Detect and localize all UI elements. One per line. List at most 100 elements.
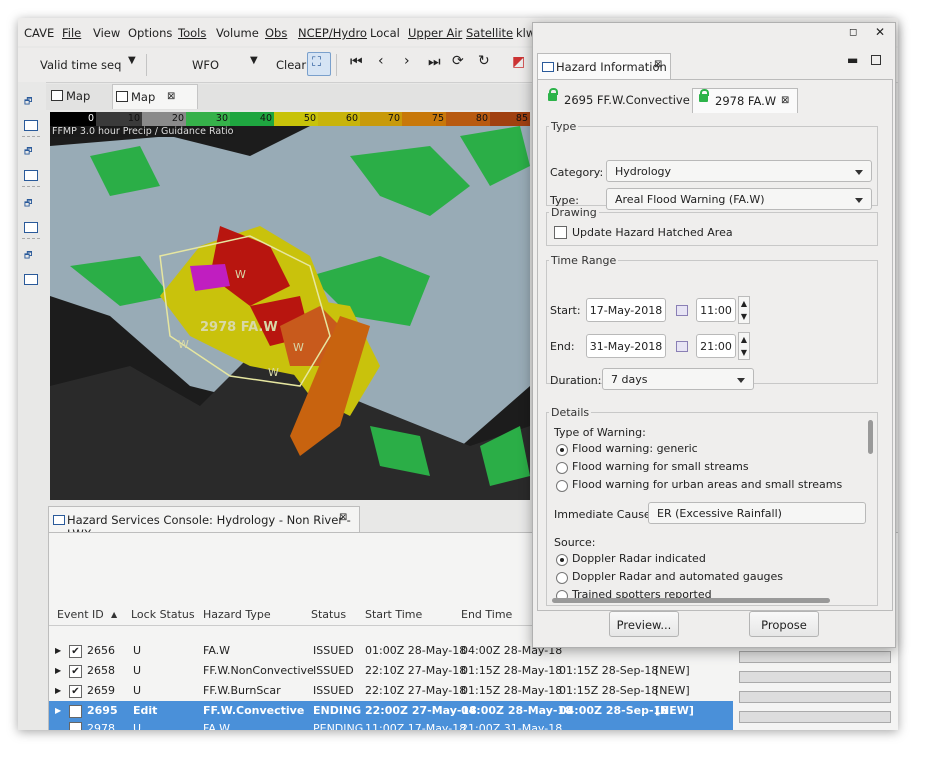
window-icon[interactable] xyxy=(24,222,38,233)
minimize-icon[interactable]: 🗗 xyxy=(24,248,38,261)
menu-satellite[interactable]: Satellite xyxy=(466,26,513,40)
menu-view[interactable]: View xyxy=(93,26,120,40)
wfo-dropdown[interactable]: WFO xyxy=(192,58,219,72)
menu-upper-air[interactable]: Upper Air xyxy=(408,26,462,40)
menu-options[interactable]: Options xyxy=(128,26,172,40)
color-bar-segment: 75 xyxy=(402,112,446,126)
menu-cave[interactable]: CAVE xyxy=(24,26,54,40)
start-time-field[interactable]: 11:00 xyxy=(696,298,736,322)
close-icon[interactable]: ⊠ xyxy=(339,512,347,523)
column-header-end-time[interactable]: End Time xyxy=(461,608,512,621)
loop-icon[interactable]: ⟳ xyxy=(452,53,464,69)
tab-2978[interactable]: 2978 FA.W ⊠ xyxy=(692,88,798,113)
window-icon[interactable] xyxy=(24,120,38,131)
calendar-icon[interactable] xyxy=(676,305,688,316)
color-bar-segment: 85 xyxy=(490,112,530,126)
sort-ascending-icon[interactable]: ▲ xyxy=(111,610,117,619)
tab-label: 2978 FA.W xyxy=(715,94,777,108)
chevron-down-icon[interactable]: ▼ xyxy=(250,55,258,66)
first-frame-icon[interactable]: ⏮ xyxy=(350,54,363,70)
expand-icon[interactable]: ▶ xyxy=(55,641,61,661)
time-mode-dropdown[interactable]: Valid time seq xyxy=(40,58,121,72)
radio-source-doppler[interactable] xyxy=(556,554,568,566)
vertical-scrollbar[interactable] xyxy=(868,420,873,454)
tab-hazard-information[interactable]: Hazard Information ⊠ xyxy=(537,53,671,80)
radio-warning-small-streams[interactable] xyxy=(556,462,568,474)
column-header-lock-status[interactable]: Lock Status xyxy=(131,608,195,621)
minimize-icon[interactable]: ▬ xyxy=(847,53,858,67)
start-time: 22:10Z 27-May-18 xyxy=(365,664,467,677)
duration-dropdown[interactable]: 7 days xyxy=(602,368,754,390)
chevron-down-icon[interactable]: ▼ xyxy=(128,55,136,66)
minimize-icon[interactable]: 🗗 xyxy=(24,196,38,209)
expand-icon[interactable]: ▶ xyxy=(55,661,61,681)
expand-icon[interactable]: ▶ xyxy=(55,681,61,701)
calendar-icon[interactable] xyxy=(676,341,688,352)
close-icon[interactable]: ✕ xyxy=(875,25,885,39)
restore-icon[interactable]: ◻ xyxy=(849,27,857,38)
status: ENDING xyxy=(313,704,362,717)
maximize-icon[interactable] xyxy=(871,55,881,65)
horizontal-scrollbar[interactable] xyxy=(552,598,830,603)
table-row-selected[interactable]: ▶ 2695 Edit FF.W.Convective ENDING 22:00… xyxy=(49,701,733,721)
close-icon[interactable]: ⊠ xyxy=(167,85,175,109)
start-time: 22:00Z 27-May-18 xyxy=(365,704,477,717)
radio-source-gauges[interactable] xyxy=(556,572,568,584)
last-frame-icon[interactable]: ⏭ xyxy=(428,54,441,70)
menu-ncep-hydro[interactable]: NCEP/Hydro xyxy=(298,26,367,40)
window-icon[interactable] xyxy=(24,274,38,285)
tab-2695[interactable]: 2695 FF.W.Convective xyxy=(542,88,692,112)
map-display[interactable]: 2978 FA.W W W W W FFMP 3.0 hour Precip /… xyxy=(50,126,530,500)
row-checkbox[interactable]: ✔ xyxy=(69,685,82,698)
time-spinner[interactable]: ▲ ▼ xyxy=(738,296,750,324)
source-option: Doppler Radar and automated gauges xyxy=(572,570,784,583)
window-icon[interactable] xyxy=(24,170,38,181)
minimize-icon[interactable]: 🗗 xyxy=(24,144,38,157)
table-row[interactable]: ▶ ✔ 2658 U FF.W.NonConvective ISSUED 22:… xyxy=(49,661,733,681)
zoom-extent-button[interactable]: ⛶ xyxy=(307,52,331,76)
menu-tools[interactable]: Tools xyxy=(178,26,206,40)
menu-obs[interactable]: Obs xyxy=(265,26,287,40)
console-tab[interactable]: Hazard Services Console: Hydrology - Non… xyxy=(48,506,360,541)
end-time-field[interactable]: 21:00 xyxy=(696,334,736,358)
immediate-cause-dropdown[interactable]: ER (Excessive Rainfall) xyxy=(648,502,866,524)
color-bar-tick: 20 xyxy=(171,113,184,124)
row-checkbox[interactable] xyxy=(69,705,82,718)
category-dropdown[interactable]: Hydrology xyxy=(606,160,872,182)
column-header-status[interactable]: Status xyxy=(311,608,346,621)
color-bar-tick: 50 xyxy=(303,113,316,124)
close-icon[interactable]: ⊠ xyxy=(654,59,662,70)
previous-frame-icon[interactable]: ‹ xyxy=(378,53,384,69)
column-header-event-id[interactable]: Event ID xyxy=(57,608,104,621)
end-date-field[interactable]: 31-May-2018 xyxy=(586,334,666,358)
map-marker: W xyxy=(293,341,304,354)
radio-warning-urban[interactable] xyxy=(556,480,568,492)
row-checkbox[interactable]: ✔ xyxy=(69,665,82,678)
clear-button[interactable]: Clear xyxy=(276,58,306,72)
row-checkbox[interactable]: ✔ xyxy=(69,645,82,658)
end-label: End: xyxy=(550,340,575,353)
time-spinner[interactable]: ▲ ▼ xyxy=(738,332,750,360)
propose-button[interactable]: Propose xyxy=(749,611,819,637)
tool-icon[interactable]: ◩ xyxy=(512,54,525,70)
menu-volume[interactable]: Volume xyxy=(216,26,259,40)
close-icon[interactable]: ⊠ xyxy=(781,89,789,113)
map-hazard-label[interactable]: 2978 FA.W xyxy=(200,320,278,335)
menu-file[interactable]: File xyxy=(62,26,81,40)
table-row-selected[interactable]: ✔ 2978 U FA.W PENDING 11:00Z 17-May-18 2… xyxy=(49,721,733,730)
radio-warning-generic[interactable] xyxy=(556,444,568,456)
tab-map-2[interactable]: Map ⊠ xyxy=(112,84,198,109)
column-header-hazard-type[interactable]: Hazard Type xyxy=(203,608,271,621)
preview-button[interactable]: Preview... xyxy=(609,611,679,637)
start-date-field[interactable]: 17-May-2018 xyxy=(586,298,666,322)
update-hatched-checkbox[interactable] xyxy=(554,226,567,239)
table-row[interactable]: ▶ ✔ 2659 U FF.W.BurnScar ISSUED 22:10Z 2… xyxy=(49,681,733,701)
minimize-icon[interactable]: 🗗 xyxy=(24,94,38,107)
category-value: Hydrology xyxy=(615,165,672,178)
column-header-start-time[interactable]: Start Time xyxy=(365,608,422,621)
row-checkbox[interactable]: ✔ xyxy=(69,722,82,730)
refresh-icon[interactable]: ↻ xyxy=(478,53,490,69)
next-frame-icon[interactable]: › xyxy=(404,53,410,69)
expand-icon[interactable]: ▶ xyxy=(55,701,61,721)
menu-local[interactable]: Local xyxy=(370,26,400,40)
